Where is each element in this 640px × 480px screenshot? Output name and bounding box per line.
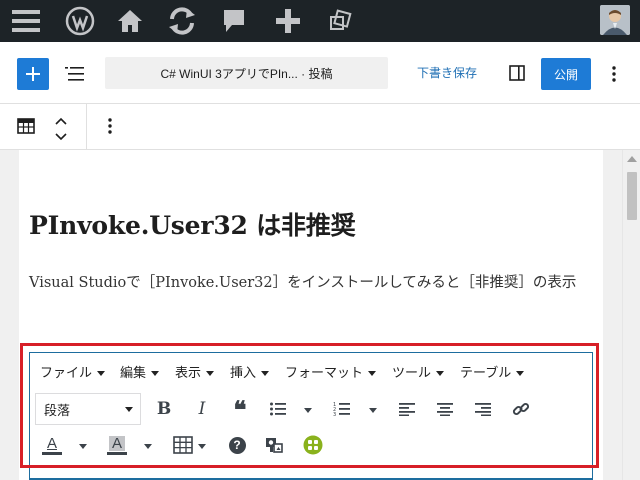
list-view-icon [65,67,84,81]
home-icon[interactable] [114,5,146,37]
admin-bar [0,0,640,42]
move-down-button[interactable] [52,128,70,141]
sidebar-toggle-button[interactable] [506,62,528,84]
document-title: C# WinUI 3アプリでPIn... · 投稿 [160,66,333,81]
post-heading[interactable]: PInvoke.User32 は非推奨 [29,206,356,242]
block-toolbar [0,104,640,150]
save-draft-button[interactable]: 下書き保存 [411,62,483,84]
scroll-thumb[interactable] [627,172,637,220]
comments-icon[interactable] [218,5,250,37]
more-options-icon [612,66,616,82]
highlight-annotation [20,343,599,468]
block-options-icon [108,118,112,134]
add-block-button[interactable] [17,58,49,90]
wordpress-logo-icon[interactable] [64,5,96,37]
new-content-icon[interactable] [272,5,304,37]
table-block-icon [17,118,35,134]
updates-icon[interactable] [166,5,198,37]
publish-button[interactable]: 公開 [541,58,591,90]
more-options-button[interactable] [606,62,622,86]
move-up-button[interactable] [52,112,70,125]
post-paragraph[interactable]: Visual Studioで［PInvoke.User32］をインストールしてみ… [29,270,594,296]
sidebar-toggle-icon [509,65,525,81]
duplicate-icon[interactable] [324,5,356,37]
toolbar-divider [86,104,87,149]
document-title-button[interactable]: C# WinUI 3アプリでPIn... · 投稿 [105,57,388,89]
scrollbar[interactable] [622,150,640,480]
scroll-up-arrow[interactable] [627,156,637,162]
move-up-icon [55,117,67,125]
editor-header: C# WinUI 3アプリでPIn... · 投稿 下書き保存 公開 [0,42,640,104]
user-avatar[interactable] [600,5,630,35]
add-block-icon [26,67,40,81]
block-type-button[interactable] [16,116,36,136]
menu-icon[interactable] [10,5,42,37]
block-options-button[interactable] [104,116,116,136]
move-down-icon [55,133,67,141]
list-view-button[interactable] [62,62,86,86]
